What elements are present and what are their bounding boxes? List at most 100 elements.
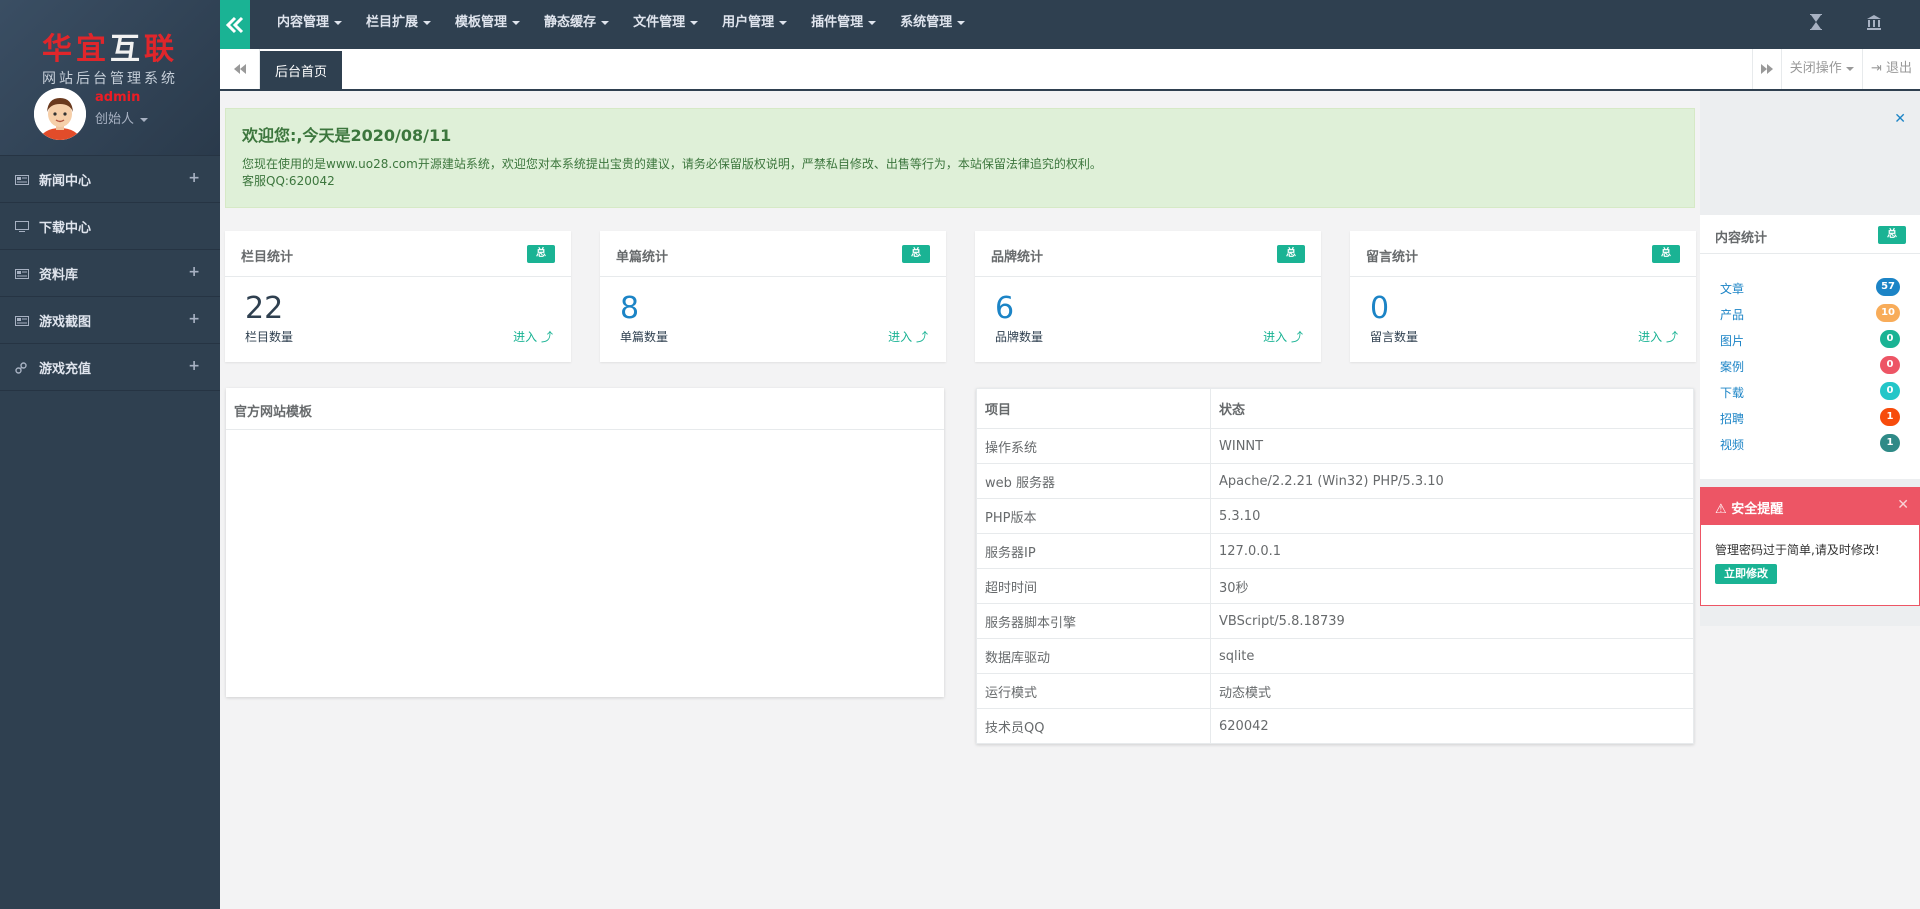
tab-scroll-left-button[interactable] <box>220 49 260 89</box>
tab-home[interactable]: 后台首页 <box>260 51 342 89</box>
list-item[interactable]: 产品 10 <box>1720 304 1900 324</box>
close-operations-dropdown[interactable]: 关闭操作 <box>1780 49 1862 89</box>
menu-system-management[interactable]: 系统管理 <box>888 0 977 49</box>
sidebar-item-label: 新闻中心 <box>39 173 92 189</box>
count-badge: 57 <box>1876 278 1900 296</box>
caret-down-icon <box>334 20 343 25</box>
table-row: 数据库驱动 sqlite <box>976 638 1694 674</box>
bank-icon[interactable] <box>1866 14 1882 34</box>
official-templates-panel: 官方网站模板 <box>226 388 944 697</box>
stat-title: 单篇统计 <box>616 250 669 265</box>
logout-label: 退出 <box>1885 61 1912 76</box>
row-value: 620042 <box>1210 708 1694 744</box>
hourglass-icon[interactable] <box>1810 14 1822 34</box>
sidebar-item-downloads[interactable]: 下载中心 <box>0 203 220 250</box>
item-label: 招聘 <box>1720 412 1745 426</box>
sidebar-collapse-button[interactable] <box>220 0 250 49</box>
table-row: 服务器IP 127.0.0.1 <box>976 533 1694 569</box>
panel-title: 内容统计 <box>1715 231 1768 246</box>
row-value: 动态模式 <box>1210 673 1694 709</box>
stat-label: 栏目数量 <box>245 330 294 344</box>
logout-button[interactable]: ⇥ 退出 <box>1861 49 1920 89</box>
stat-value: 6 <box>995 291 1015 326</box>
list-item[interactable]: 招聘 1 <box>1720 408 1900 428</box>
row-key: 超时时间 <box>976 568 1211 604</box>
enter-label: 进入 <box>1638 330 1663 344</box>
total-badge: 总 <box>1652 245 1680 263</box>
enter-label: 进入 <box>513 330 538 344</box>
menu-content-management[interactable]: 内容管理 <box>265 0 354 49</box>
count-badge: 1 <box>1880 434 1900 452</box>
table-row: 技术员QQ 620042 <box>976 708 1694 744</box>
logo-text-2: 互 <box>110 32 144 67</box>
stat-label: 留言数量 <box>1370 330 1419 344</box>
logo: 华宜互联 <box>0 24 220 68</box>
row-key: 技术员QQ <box>976 708 1211 744</box>
menu-label: 用户管理 <box>722 15 775 30</box>
menu-label: 静态缓存 <box>544 15 597 30</box>
level-up-icon: ⤴ <box>915 330 928 344</box>
stat-label: 单篇数量 <box>620 330 669 344</box>
sidebar-item-screenshots[interactable]: 游戏截图 + <box>0 297 220 344</box>
enter-link[interactable]: 进入 ⤴ <box>1638 328 1678 345</box>
caret-down-icon <box>868 20 877 25</box>
enter-label: 进入 <box>1263 330 1288 344</box>
menu-plugin-management[interactable]: 插件管理 <box>799 0 888 49</box>
user-role-label: 创始人 <box>95 112 135 127</box>
item-label: 文章 <box>1720 282 1745 296</box>
close-icon[interactable]: ✕ <box>1897 497 1909 513</box>
list-item[interactable]: 图片 0 <box>1720 330 1900 350</box>
total-badge: 总 <box>527 245 555 263</box>
table-row: 超时时间 30秒 <box>976 568 1694 604</box>
stat-value: 0 <box>1370 291 1390 326</box>
stat-card-header: 栏目统计 总 <box>225 231 571 277</box>
stat-title: 栏目统计 <box>241 250 294 265</box>
list-item[interactable]: 案例 0 <box>1720 356 1900 376</box>
menu-static-cache[interactable]: 静态缓存 <box>532 0 621 49</box>
caret-down-icon <box>779 20 788 25</box>
stat-card-pages: 单篇统计 总 8 单篇数量 进入 ⤴ <box>600 231 946 362</box>
list-item[interactable]: 文章 57 <box>1720 278 1900 298</box>
menu-file-management[interactable]: 文件管理 <box>621 0 710 49</box>
table-header-row: 项目 状态 <box>976 388 1694 429</box>
menu-user-management[interactable]: 用户管理 <box>710 0 799 49</box>
stat-card-messages: 留言统计 总 0 留言数量 进入 ⤴ <box>1350 231 1696 362</box>
total-badge: 总 <box>902 245 930 263</box>
warning-icon: ⚠ <box>1715 502 1727 517</box>
sidebar: 华宜互联 网站后台管理系统 admin 创始人 新闻中心 + 下载中心 资料库 … <box>0 0 220 909</box>
row-value: sqlite <box>1210 638 1694 674</box>
sidebar-header: 华宜互联 网站后台管理系统 admin 创始人 <box>0 0 220 156</box>
security-title-label: 安全提醒 <box>1731 502 1784 517</box>
sidebar-item-news[interactable]: 新闻中心 + <box>0 156 220 203</box>
caret-down-icon <box>1845 66 1854 71</box>
security-title: ⚠ 安全提醒 <box>1715 498 1783 517</box>
expand-plus-icon: + <box>188 264 200 280</box>
link-icon <box>15 362 29 374</box>
list-item[interactable]: 下载 0 <box>1720 382 1900 402</box>
table-row: web 服务器 Apache/2.2.21 (Win32) PHP/5.3.10 <box>976 463 1694 499</box>
menu-template-management[interactable]: 模板管理 <box>443 0 532 49</box>
close-icon[interactable]: ✕ <box>1894 111 1906 127</box>
stat-card-header: 单篇统计 总 <box>600 231 946 277</box>
sidebar-item-library[interactable]: 资料库 + <box>0 250 220 297</box>
user-role-dropdown[interactable]: 创始人 <box>95 108 149 127</box>
sidebar-item-recharge[interactable]: 游戏充值 + <box>0 344 220 391</box>
item-label: 案例 <box>1720 360 1745 374</box>
menu-label: 模板管理 <box>455 15 508 30</box>
stat-label: 品牌数量 <box>995 330 1044 344</box>
welcome-text: 您现在使用的是www.uo28.com开源建站系统，欢迎您对本系统提出宝贵的建议… <box>242 157 1102 171</box>
change-password-button[interactable]: 立即修改 <box>1715 564 1777 584</box>
item-label: 视频 <box>1720 438 1745 452</box>
enter-link[interactable]: 进入 ⤴ <box>888 328 928 345</box>
menu-column-extension[interactable]: 栏目扩展 <box>354 0 443 49</box>
main-content: 欢迎您:,今天是2020/08/11 您现在使用的是www.uo28.com开源… <box>220 91 1700 909</box>
column-header: 项目 <box>976 388 1211 429</box>
tab-scroll-right-button[interactable] <box>1751 49 1781 89</box>
expand-plus-icon: + <box>188 170 200 186</box>
enter-link[interactable]: 进入 ⤴ <box>1263 328 1303 345</box>
panel-title: 官方网站模板 <box>226 388 944 430</box>
caret-down-icon <box>140 117 149 122</box>
list-item[interactable]: 视频 1 <box>1720 434 1900 454</box>
enter-link[interactable]: 进入 ⤴ <box>513 328 553 345</box>
avatar[interactable] <box>34 88 86 140</box>
